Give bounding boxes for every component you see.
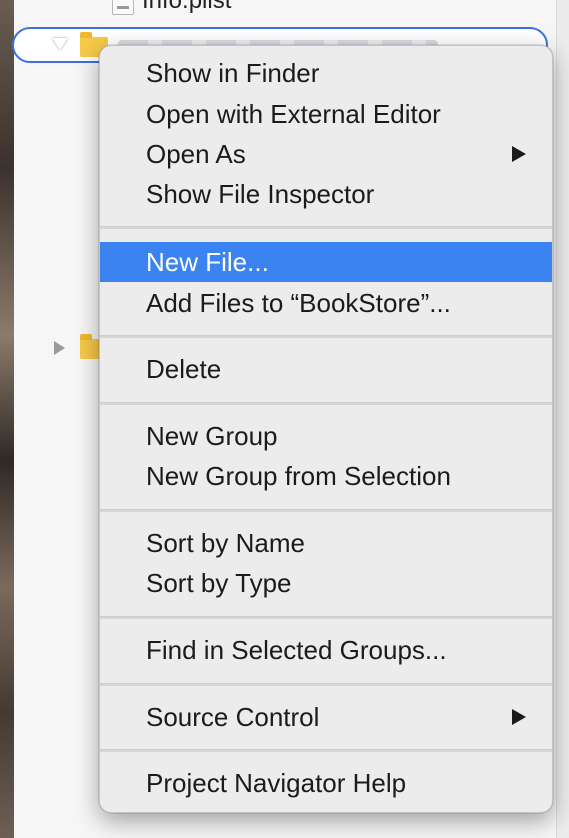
background-photo-edge: [0, 0, 14, 838]
menu-item-label: Open As: [146, 139, 246, 169]
menu-separator: [100, 683, 552, 686]
menu-item-label: Source Control: [146, 702, 320, 732]
disclosure-open-icon[interactable]: [52, 38, 68, 50]
submenu-arrow-icon: [512, 709, 526, 725]
submenu-arrow-icon: [512, 146, 526, 162]
menu-item-show-file-inspector[interactable]: Show File Inspector: [100, 174, 552, 214]
file-name: Info.plist: [142, 0, 232, 14]
menu-item-add-files[interactable]: Add Files to “BookStore”...: [100, 283, 552, 323]
menu-separator: [100, 402, 552, 405]
menu-item-project-navigator-help[interactable]: Project Navigator Help: [100, 763, 552, 803]
menu-item-open-with-external-editor[interactable]: Open with External Editor: [100, 94, 552, 134]
menu-separator: [100, 335, 552, 338]
menu-item-delete[interactable]: Delete: [100, 349, 552, 389]
menu-separator: [100, 616, 552, 619]
navigator-scroll-gutter[interactable]: [556, 0, 569, 838]
disclosure-closed-icon[interactable]: [54, 341, 65, 355]
menu-item-new-group[interactable]: New Group: [100, 416, 552, 456]
menu-item-new-group-from-selection[interactable]: New Group from Selection: [100, 456, 552, 496]
menu-item-show-in-finder[interactable]: Show in Finder: [100, 53, 552, 93]
menu-item-new-file[interactable]: New File...: [100, 242, 552, 282]
menu-item-open-as[interactable]: Open As: [100, 134, 552, 174]
menu-item-sort-by-name[interactable]: Sort by Name: [100, 523, 552, 563]
context-menu: Show in Finder Open with External Editor…: [99, 45, 553, 813]
file-row-info-plist[interactable]: Info.plist: [112, 0, 231, 16]
menu-separator: [100, 509, 552, 512]
menu-item-sort-by-type[interactable]: Sort by Type: [100, 563, 552, 603]
menu-item-source-control[interactable]: Source Control: [100, 697, 552, 737]
menu-item-find-in-selected-groups[interactable]: Find in Selected Groups...: [100, 630, 552, 670]
menu-separator: [100, 749, 552, 752]
plist-file-icon: [112, 0, 134, 15]
menu-separator: [100, 226, 552, 229]
